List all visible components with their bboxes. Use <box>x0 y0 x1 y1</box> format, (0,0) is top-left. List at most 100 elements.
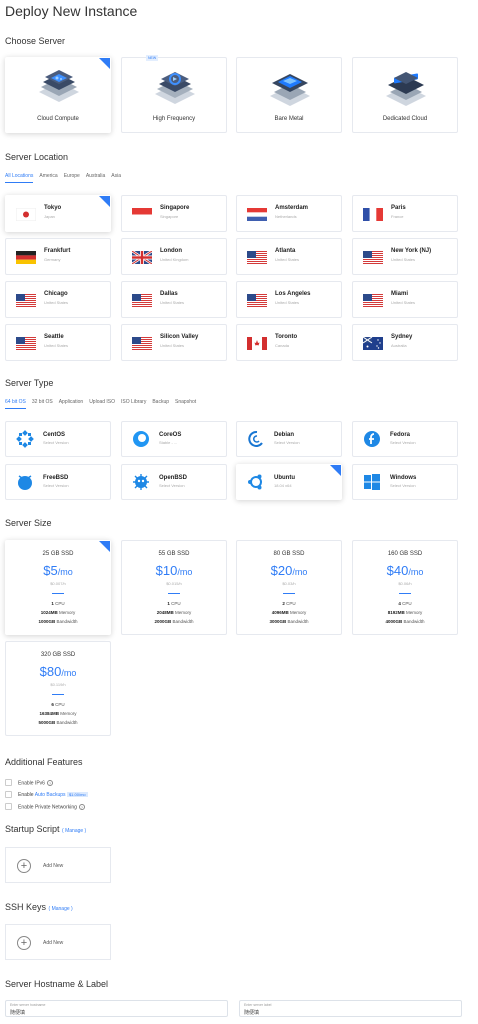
add-new-label: Add New <box>43 940 64 946</box>
location-card-amsterdam[interactable]: Amsterdam Netherlands <box>236 195 342 232</box>
location-card-frankfurt[interactable]: Frankfurt Germany <box>5 238 111 275</box>
tab-all-locations[interactable]: All Locations <box>5 173 34 183</box>
os-version: Select Version <box>390 483 416 488</box>
os-card-openbsd[interactable]: OpenBSD Select Version <box>121 464 227 500</box>
tab-europe[interactable]: Europe <box>64 173 80 183</box>
tab-64-bit-os[interactable]: 64 bit OS <box>5 399 26 409</box>
tab-america[interactable]: America <box>39 173 57 183</box>
os-card-debian[interactable]: Debian Select Version <box>236 421 342 457</box>
tab-asia[interactable]: Asia <box>111 173 121 183</box>
size-price: $20/mo <box>270 563 308 578</box>
startup-add-new-card[interactable]: + Add New <box>5 847 111 883</box>
location-country: United Kingdom <box>160 257 189 262</box>
os-card-ubuntu[interactable]: Ubuntu 18.04 x64 <box>236 464 342 500</box>
server-card-bare-metal[interactable]: Bare Metal <box>236 57 342 133</box>
tab-application[interactable]: Application <box>59 399 83 409</box>
fr-flag-icon <box>363 208 383 221</box>
size-card-55-gb-ssd[interactable]: 55 GB SSD $10/mo $0.015/h 1 CPU 2048MB Memor… <box>121 540 227 635</box>
location-card-chicago[interactable]: Chicago United States <box>5 281 111 318</box>
server-card-label: Dedicated Cloud <box>382 116 428 122</box>
size-price: $80/mo <box>39 664 77 679</box>
location-card-singapore[interactable]: Singapore Singapore <box>121 195 227 232</box>
ssh-manage-link[interactable]: ( Manage ) <box>49 906 73 912</box>
label-field[interactable]: Enter server label 随便填 <box>239 1000 462 1017</box>
help-icon[interactable]: ? <box>78 804 85 810</box>
location-city: Silicon Valley <box>160 334 199 340</box>
size-card-160-gb-ssd[interactable]: 160 GB SSD $40/mo $0.06/h 4 CPU 8192MB Memor… <box>352 540 458 635</box>
location-city: Singapore <box>160 205 190 211</box>
ssh-add-new-card[interactable]: + Add New <box>5 924 111 960</box>
tab-32-bit-os[interactable]: 32 bit OS <box>32 399 53 409</box>
location-card-london[interactable]: London United Kingdom <box>121 238 227 275</box>
location-country: United States <box>160 300 185 305</box>
private-networking-checkbox[interactable] <box>5 803 12 810</box>
size-storage: 25 GB SSD <box>42 551 74 557</box>
os-name: CentOS <box>43 432 66 438</box>
choose-server-heading: Choose Server <box>5 36 66 46</box>
backups-price-badge: $1.00/mo <box>66 792 88 797</box>
de-flag-icon <box>16 251 36 264</box>
server-card-dedicated-cloud[interactable]: Dedicated Cloud <box>352 57 458 133</box>
os-card-windows[interactable]: Windows Select Version <box>352 464 458 500</box>
location-card-dallas[interactable]: Dallas United States <box>121 281 227 318</box>
size-cpu: 1 CPU <box>51 601 65 606</box>
size-memory: 2048MB Memory <box>156 610 192 615</box>
os-version: Select Version <box>159 483 185 488</box>
os-name: OpenBSD <box>159 475 188 481</box>
coreos-icon <box>132 430 150 448</box>
selected-check-icon <box>99 58 110 69</box>
auto-backups-link[interactable]: Auto Backups <box>35 792 66 798</box>
auto-backups-checkbox[interactable] <box>5 791 12 798</box>
os-card-centos[interactable]: CentOS Select Version <box>5 421 111 457</box>
tab-snapshot[interactable]: Snapshot <box>175 399 196 409</box>
location-card-tokyo[interactable]: Tokyo Japan <box>5 195 111 232</box>
location-country: United States <box>44 343 69 348</box>
os-name: Fedora <box>390 432 411 438</box>
size-hourly: $0.03/h <box>282 581 296 586</box>
help-icon[interactable]: ? <box>46 780 53 786</box>
size-storage: 320 GB SSD <box>40 652 76 658</box>
os-card-coreos[interactable]: CoreOS Stable - ... <box>121 421 227 457</box>
tab-iso-library[interactable]: ISO Library <box>121 399 146 409</box>
tab-backup[interactable]: Backup <box>152 399 169 409</box>
os-card-freebsd[interactable]: FreeBSD Select Version <box>5 464 111 500</box>
page-title: Deploy New Instance <box>5 3 138 19</box>
tab-australia[interactable]: Australia <box>86 173 105 183</box>
size-bandwidth: 2000GB Bandwidth <box>154 619 194 624</box>
os-card-fedora[interactable]: Fedora Select Version <box>352 421 458 457</box>
location-card-miami[interactable]: Miami United States <box>352 281 458 318</box>
os-version: Select Version <box>274 440 300 445</box>
location-country: Netherlands <box>275 214 297 219</box>
location-card-toronto[interactable]: Toronto Canada <box>236 324 342 361</box>
fedora-icon <box>363 430 381 448</box>
size-price: $5/mo <box>43 563 73 578</box>
server-card-cloud-compute[interactable]: Cloud Compute <box>5 57 111 133</box>
location-country: Singapore <box>160 214 179 219</box>
tab-upload-iso[interactable]: Upload ISO <box>89 399 115 409</box>
selected-check-icon <box>99 196 110 207</box>
size-card-80-gb-ssd[interactable]: 80 GB SSD $20/mo $0.03/h 2 CPU 4096MB Memory… <box>236 540 342 635</box>
location-card-seattle[interactable]: Seattle United States <box>5 324 111 361</box>
server-card-high-frequency[interactable]: High Frequency NEW <box>121 55 227 133</box>
us-flag-icon <box>247 294 267 307</box>
os-name: CoreOS <box>159 432 182 438</box>
location-card-atlanta[interactable]: Atlanta United States <box>236 238 342 275</box>
size-card-320-gb-ssd[interactable]: 320 GB SSD $80/mo $0.119/h 6 CPU 16384MB Mem… <box>5 641 111 736</box>
size-price: $10/mo <box>155 563 193 578</box>
divider <box>283 593 295 594</box>
location-city: New York (NJ) <box>391 248 432 254</box>
location-card-los-angeles[interactable]: Los Angeles United States <box>236 281 342 318</box>
us-flag-icon <box>16 337 36 350</box>
ca-flag-icon <box>247 337 267 350</box>
location-card-sydney[interactable]: Sydney Australia <box>352 324 458 361</box>
location-card-new-york-nj-[interactable]: New York (NJ) United States <box>352 238 458 275</box>
location-card-paris[interactable]: Paris France <box>352 195 458 232</box>
ipv6-checkbox[interactable] <box>5 779 12 786</box>
location-city: Los Angeles <box>275 291 311 297</box>
location-city: Tokyo <box>44 205 62 211</box>
hostname-field[interactable]: Enter server hostname 随便填 <box>5 1000 228 1017</box>
size-card-25-gb-ssd[interactable]: 25 GB SSD $5/mo $0.007/h 1 CPU 1024MB Memory… <box>5 540 111 635</box>
hostname-label-heading: Server Hostname & Label <box>5 979 109 989</box>
startup-manage-link[interactable]: ( Manage ) <box>62 828 86 834</box>
location-card-silicon-valley[interactable]: Silicon Valley United States <box>121 324 227 361</box>
